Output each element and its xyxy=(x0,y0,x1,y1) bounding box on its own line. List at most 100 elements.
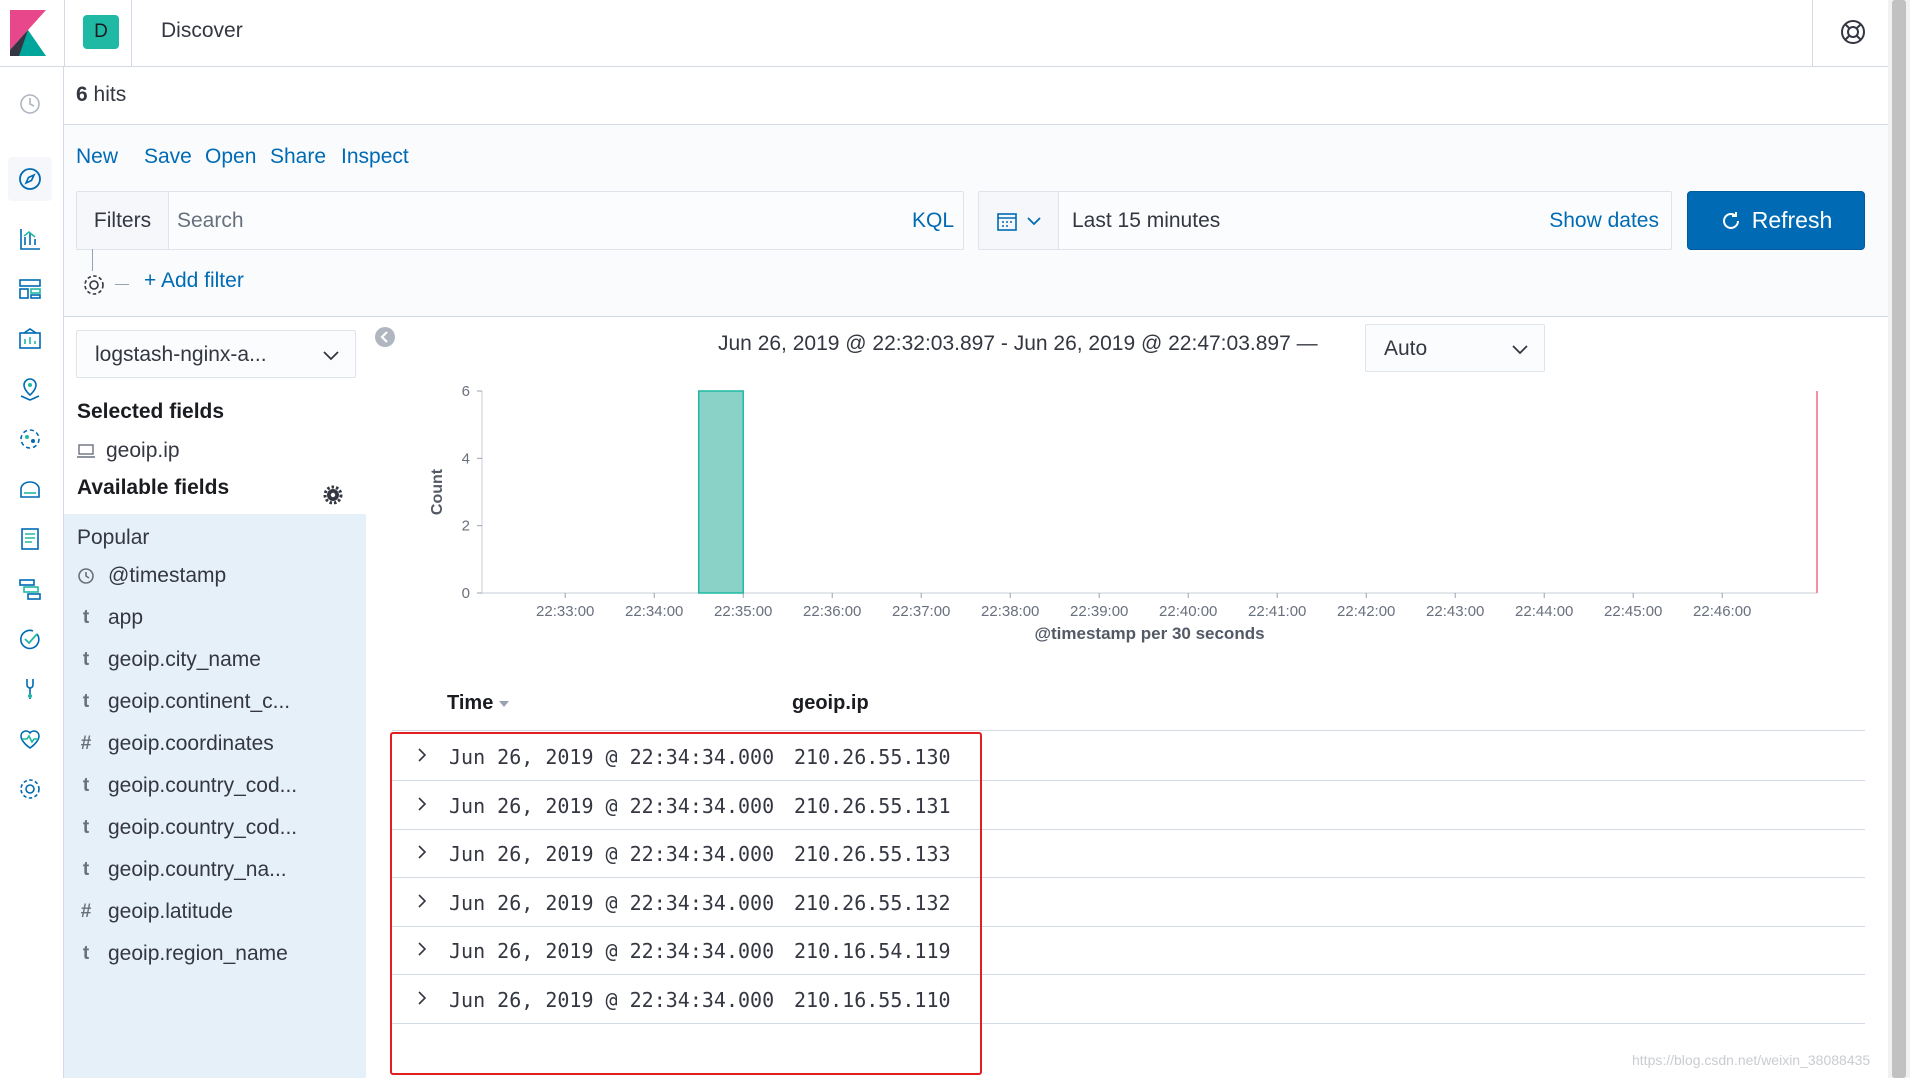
date-picker: Last 15 minutes Show dates xyxy=(978,191,1672,250)
show-dates-link[interactable]: Show dates xyxy=(1549,209,1659,233)
logs-icon xyxy=(21,528,39,550)
menu-new[interactable]: New xyxy=(76,145,118,169)
x-tick-label: 22:44:00 xyxy=(1515,603,1573,620)
index-pattern-select[interactable]: logstash-nginx-a... xyxy=(76,330,356,378)
nav-ml[interactable] xyxy=(8,417,52,461)
field-name: @timestamp xyxy=(108,564,227,587)
menu-save[interactable]: Save xyxy=(144,145,192,169)
clock-icon xyxy=(20,94,40,114)
field-name: geoip.continent_c... xyxy=(108,690,291,713)
scrollbar-thumb[interactable] xyxy=(1892,0,1906,1078)
field-item[interactable]: t geoip.country_na... xyxy=(64,850,366,890)
field-sidebar: logstash-nginx-a... Selected fields geoi… xyxy=(64,318,366,1078)
field-item[interactable]: t geoip.city_name xyxy=(64,640,366,680)
header-divider xyxy=(64,0,65,67)
y-axis-label: Count xyxy=(429,468,446,515)
left-nav xyxy=(0,67,64,1078)
nav-uptime[interactable] xyxy=(8,617,52,661)
kql-toggle[interactable]: KQL xyxy=(912,209,954,233)
selected-field-item[interactable]: geoip.ip xyxy=(76,436,180,466)
header-divider xyxy=(1812,0,1813,67)
chevron-down-icon xyxy=(323,351,339,361)
nav-apm[interactable] xyxy=(8,567,52,611)
x-tick-label: 22:38:00 xyxy=(981,603,1039,620)
nav-logs[interactable] xyxy=(8,517,52,561)
search-input[interactable] xyxy=(177,202,857,240)
nav-maps[interactable] xyxy=(8,367,52,411)
computer-icon xyxy=(77,444,95,458)
query-bar-area: New Save Open Share Inspect Filters KQL … xyxy=(64,125,1888,317)
x-tick-label: 22:43:00 xyxy=(1426,603,1484,620)
nav-monitoring[interactable] xyxy=(8,717,52,761)
x-tick-label: 22:40:00 xyxy=(1159,603,1217,620)
menu-share[interactable]: Share xyxy=(270,145,326,169)
filter-connector xyxy=(92,249,93,271)
visualize-chart-icon xyxy=(20,229,40,250)
page-scrollbar[interactable] xyxy=(1888,0,1910,1078)
field-name: geoip.country_cod... xyxy=(108,774,298,797)
nav-discover[interactable] xyxy=(8,157,52,201)
menu-open[interactable]: Open xyxy=(205,145,256,169)
space-avatar[interactable]: D xyxy=(83,15,119,49)
canvas-icon xyxy=(19,328,41,349)
field-item[interactable]: t geoip.country_cod... xyxy=(64,808,366,848)
popular-fields-list: Popular @timestamp t app t geoip.city_name t g… xyxy=(64,514,366,1078)
field-item[interactable]: @timestamp xyxy=(64,556,366,596)
x-tick-label: 22:39:00 xyxy=(1070,603,1128,620)
field-name: geoip.country_na... xyxy=(108,858,287,881)
gear-icon xyxy=(20,779,40,799)
refresh-button[interactable]: Refresh xyxy=(1687,191,1865,250)
x-tick-label: 22:46:00 xyxy=(1693,603,1751,620)
nav-canvas[interactable] xyxy=(8,317,52,361)
infrastructure-icon xyxy=(20,481,40,498)
nav-dev-tools[interactable] xyxy=(8,667,52,711)
number-type-icon: # xyxy=(80,733,92,754)
header-divider xyxy=(131,0,132,67)
field-item[interactable]: t geoip.region_name xyxy=(64,934,366,974)
field-item[interactable]: # geoip.coordinates xyxy=(64,724,366,764)
collapse-sidebar-icon[interactable] xyxy=(374,326,396,348)
apm-icon xyxy=(19,579,41,600)
x-tick-label: 22:41:00 xyxy=(1248,603,1306,620)
string-type-icon: t xyxy=(82,817,90,838)
nav-infrastructure[interactable] xyxy=(8,467,52,511)
interval-label: Auto xyxy=(1384,337,1428,360)
quick-select-button[interactable] xyxy=(979,192,1059,249)
x-tick-label: 22:33:00 xyxy=(536,603,594,620)
sort-arrow-icon[interactable] xyxy=(499,700,510,707)
column-header-time[interactable]: Time xyxy=(447,692,510,715)
field-item[interactable]: t app xyxy=(64,598,366,638)
kibana-logo-icon[interactable] xyxy=(10,10,46,56)
field-item[interactable]: t geoip.continent_c... xyxy=(64,682,366,722)
selected-fields-heading: Selected fields xyxy=(77,400,225,423)
interval-select[interactable]: Auto xyxy=(1365,324,1545,372)
filters-button[interactable]: Filters xyxy=(77,192,169,249)
column-header-geoip-ip[interactable]: geoip.ip xyxy=(792,692,869,715)
refresh-label: Refresh xyxy=(1751,207,1833,233)
field-name: geoip.city_name xyxy=(108,648,261,671)
x-tick-label: 22:36:00 xyxy=(803,603,861,620)
x-tick-label: 22:37:00 xyxy=(892,603,950,620)
heartbeat-icon xyxy=(20,730,40,749)
field-item[interactable]: t geoip.country_cod... xyxy=(64,766,366,806)
dashboard-icon xyxy=(19,279,41,299)
field-filter-gear-icon[interactable] xyxy=(322,484,344,506)
chart-time-range: Jun 26, 2019 @ 22:32:03.897 - Jun 26, 20… xyxy=(718,332,1318,355)
add-filter-button[interactable]: + Add filter xyxy=(144,269,244,293)
nav-visualize[interactable] xyxy=(8,217,52,261)
filter-settings-gear-icon[interactable] xyxy=(80,271,108,299)
date-range-label[interactable]: Last 15 minutes xyxy=(1072,209,1220,233)
menu-inspect[interactable]: Inspect xyxy=(341,145,409,169)
field-item[interactable]: # geoip.latitude xyxy=(64,892,366,932)
string-type-icon: t xyxy=(82,649,90,670)
nav-recently-viewed[interactable] xyxy=(8,82,52,126)
nav-management[interactable] xyxy=(8,767,52,811)
hits-count: 6 hits xyxy=(76,83,127,106)
help-lifebuoy-icon[interactable] xyxy=(1838,17,1868,47)
nav-dashboard[interactable] xyxy=(8,267,52,311)
popular-label: Popular xyxy=(77,526,150,549)
query-input-group: Filters KQL xyxy=(76,191,964,250)
clock-icon xyxy=(64,565,108,587)
field-name: geoip.region_name xyxy=(108,942,288,965)
string-type-icon: t xyxy=(82,859,90,880)
